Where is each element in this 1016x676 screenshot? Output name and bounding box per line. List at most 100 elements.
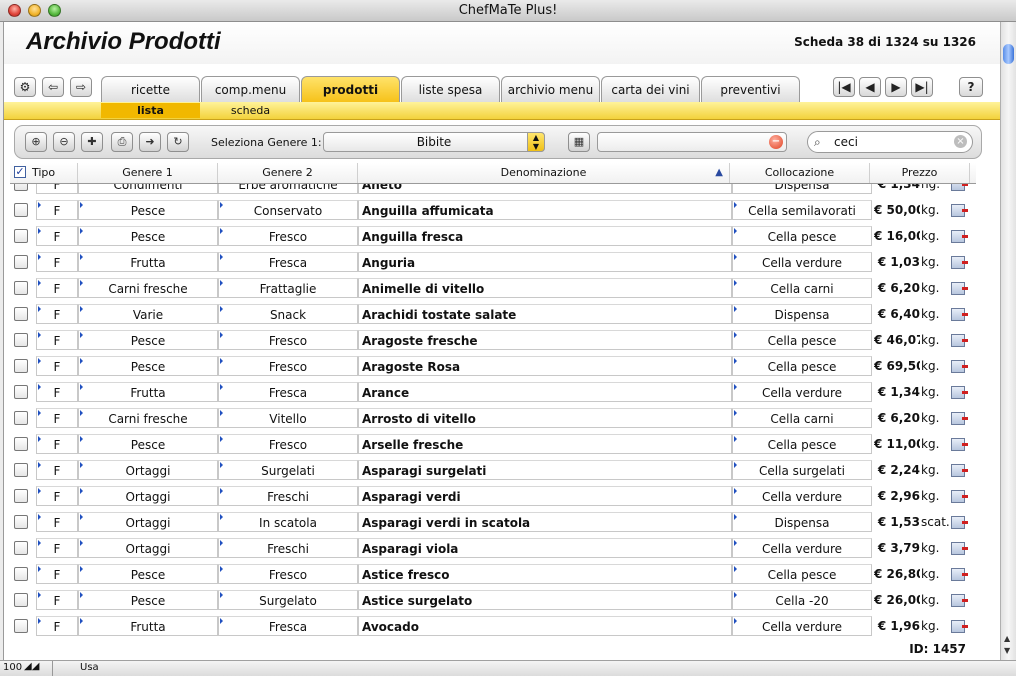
table-row[interactable]: F Frutta Fresca Anguria Cella verdure € 1,03 k… (10, 249, 976, 275)
prezzo-cell[interactable]: € 16,00 (874, 226, 920, 246)
collocazione-cell[interactable]: Cella carni (732, 278, 872, 298)
open-record-icon[interactable] (951, 594, 968, 607)
genere-1-cell[interactable]: Pesce (78, 200, 218, 220)
collocazione-cell[interactable]: Cella verdure (732, 252, 872, 272)
next-record-button[interactable]: ▶ (885, 77, 907, 97)
collocazione-cell[interactable]: Cella pesce (732, 226, 872, 246)
denominazione-cell[interactable]: Avocado (358, 616, 732, 636)
scroll-up-arrow-icon[interactable]: ▲ (1004, 634, 1010, 643)
filter-field[interactable]: − (597, 132, 787, 152)
tab-preventivi[interactable]: preventivi (701, 76, 800, 102)
prezzo-cell[interactable]: € 26,00 (874, 590, 920, 610)
row-checkbox[interactable] (14, 333, 28, 347)
tipo-cell[interactable]: F (36, 382, 78, 402)
table-row[interactable]: F Ortaggi In scatola Asparagi verdi in scat… (10, 509, 976, 535)
table-row[interactable]: F Varie Snack Arachidi tostate salate Dispen… (10, 301, 976, 327)
prezzo-cell[interactable]: € 50,00 (874, 200, 920, 220)
open-record-icon[interactable] (951, 568, 968, 581)
denominazione-cell[interactable]: Asparagi surgelati (358, 460, 732, 480)
genere-1-cell[interactable]: Carni fresche (78, 278, 218, 298)
prezzo-cell[interactable]: € 1,53 (874, 512, 920, 532)
genere-2-cell[interactable]: Conservato (218, 200, 358, 220)
denominazione-cell[interactable]: Asparagi viola (358, 538, 732, 558)
open-record-icon[interactable] (951, 490, 968, 503)
open-record-icon[interactable] (951, 204, 968, 217)
subtab-lista[interactable]: lista (101, 103, 200, 118)
genere-1-cell[interactable]: Pesce (78, 356, 218, 376)
genere-2-cell[interactable]: In scatola (218, 512, 358, 532)
collocazione-cell[interactable]: Cella carni (732, 408, 872, 428)
table-row[interactable]: F Condimenti Erbe aromatiche Aneto Dispensa €… (10, 184, 976, 197)
table-row[interactable]: F Pesce Fresco Astice fresco Cella pesce € 26… (10, 561, 976, 587)
genere-2-cell[interactable]: Fresca (218, 616, 358, 636)
tab-comp-menu[interactable]: comp.menu (201, 76, 300, 102)
collocazione-cell[interactable]: Cella pesce (732, 434, 872, 454)
table-row[interactable]: F Ortaggi Freschi Asparagi viola Cella verdu… (10, 535, 976, 561)
tipo-cell[interactable]: F (36, 434, 78, 454)
genere-2-cell[interactable]: Fresco (218, 226, 358, 246)
tipo-cell[interactable]: F (36, 564, 78, 584)
denominazione-cell[interactable]: Anguria (358, 252, 732, 272)
table-row[interactable]: F Ortaggi Freschi Asparagi verdi Cella verdu… (10, 483, 976, 509)
settings-button[interactable]: ⚙ (14, 77, 36, 97)
row-checkbox[interactable] (14, 255, 28, 269)
table-row[interactable]: F Carni fresche Vitello Arrosto di vitello C… (10, 405, 976, 431)
denominazione-cell[interactable]: Arachidi tostate salate (358, 304, 732, 324)
genere-2-cell[interactable]: Fresca (218, 382, 358, 402)
genere-2-cell[interactable]: Surgelato (218, 590, 358, 610)
collocazione-cell[interactable]: Cella verdure (732, 616, 872, 636)
open-record-icon[interactable] (951, 184, 968, 191)
genere-1-cell[interactable]: Pesce (78, 226, 218, 246)
open-record-icon[interactable] (951, 360, 968, 373)
prezzo-cell[interactable]: € 2,24 (874, 460, 920, 480)
clear-search-icon[interactable]: × (954, 135, 967, 148)
open-record-icon[interactable] (951, 334, 968, 347)
row-checkbox[interactable] (14, 541, 28, 555)
denominazione-cell[interactable]: Arance (358, 382, 732, 402)
genere-2-cell[interactable]: Snack (218, 304, 358, 324)
genre-select[interactable]: Bibite ▲ ▼ (323, 132, 545, 152)
open-record-icon[interactable] (951, 282, 968, 295)
help-button[interactable]: ? (959, 77, 983, 97)
genere-1-cell[interactable]: Frutta (78, 382, 218, 402)
row-checkbox[interactable] (14, 359, 28, 373)
previous-record-button[interactable]: ◀ (859, 77, 881, 97)
prezzo-cell[interactable]: € 1,34 (874, 382, 920, 402)
tipo-cell[interactable]: F (36, 460, 78, 480)
denominazione-cell[interactable]: Animelle di vitello (358, 278, 732, 298)
denominazione-cell[interactable]: Astice fresco (358, 564, 732, 584)
row-checkbox[interactable] (14, 307, 28, 321)
zoom-out-button[interactable]: ⊖ (53, 132, 75, 152)
column-genere-2[interactable]: Genere 2 (218, 163, 358, 183)
back-button[interactable]: ⇦ (42, 77, 64, 97)
prezzo-cell[interactable]: € 26,80 (874, 564, 920, 584)
genere-1-cell[interactable]: Ortaggi (78, 460, 218, 480)
prezzo-cell[interactable]: € 6,40 (874, 304, 920, 324)
prezzo-cell[interactable]: € 6,20 (874, 408, 920, 428)
prezzo-cell[interactable]: € 2,96 (874, 486, 920, 506)
row-checkbox[interactable] (14, 489, 28, 503)
collocazione-cell[interactable]: Cella surgelati (732, 460, 872, 480)
genere-1-cell[interactable]: Frutta (78, 252, 218, 272)
tipo-cell[interactable]: F (36, 512, 78, 532)
genere-1-cell[interactable]: Ortaggi (78, 486, 218, 506)
table-row[interactable]: F Pesce Fresco Arselle fresche Cella pesce € … (10, 431, 976, 457)
row-checkbox[interactable] (14, 593, 28, 607)
collocazione-cell[interactable]: Cella pesce (732, 330, 872, 350)
row-checkbox[interactable] (14, 619, 28, 633)
tipo-cell[interactable]: F (36, 184, 78, 194)
tab-prodotti[interactable]: prodotti (301, 76, 400, 102)
tipo-cell[interactable]: F (36, 616, 78, 636)
last-record-button[interactable]: ▶| (911, 77, 933, 97)
open-record-icon[interactable] (951, 438, 968, 451)
prezzo-cell[interactable]: € 3,79 (874, 538, 920, 558)
zoom-mountains-icon[interactable]: ◢◢ (24, 661, 39, 672)
prezzo-cell[interactable]: € 46,07 (874, 330, 920, 350)
prezzo-cell[interactable]: € 11,00 (874, 434, 920, 454)
denominazione-cell[interactable]: Aneto (358, 184, 732, 194)
print-button[interactable]: ⎙ (111, 132, 133, 152)
column-prezzo[interactable]: Prezzo (870, 163, 970, 183)
collocazione-cell[interactable]: Dispensa (732, 304, 872, 324)
denominazione-cell[interactable]: Anguilla affumicata (358, 200, 732, 220)
tab-ricette[interactable]: ricette (101, 76, 200, 102)
